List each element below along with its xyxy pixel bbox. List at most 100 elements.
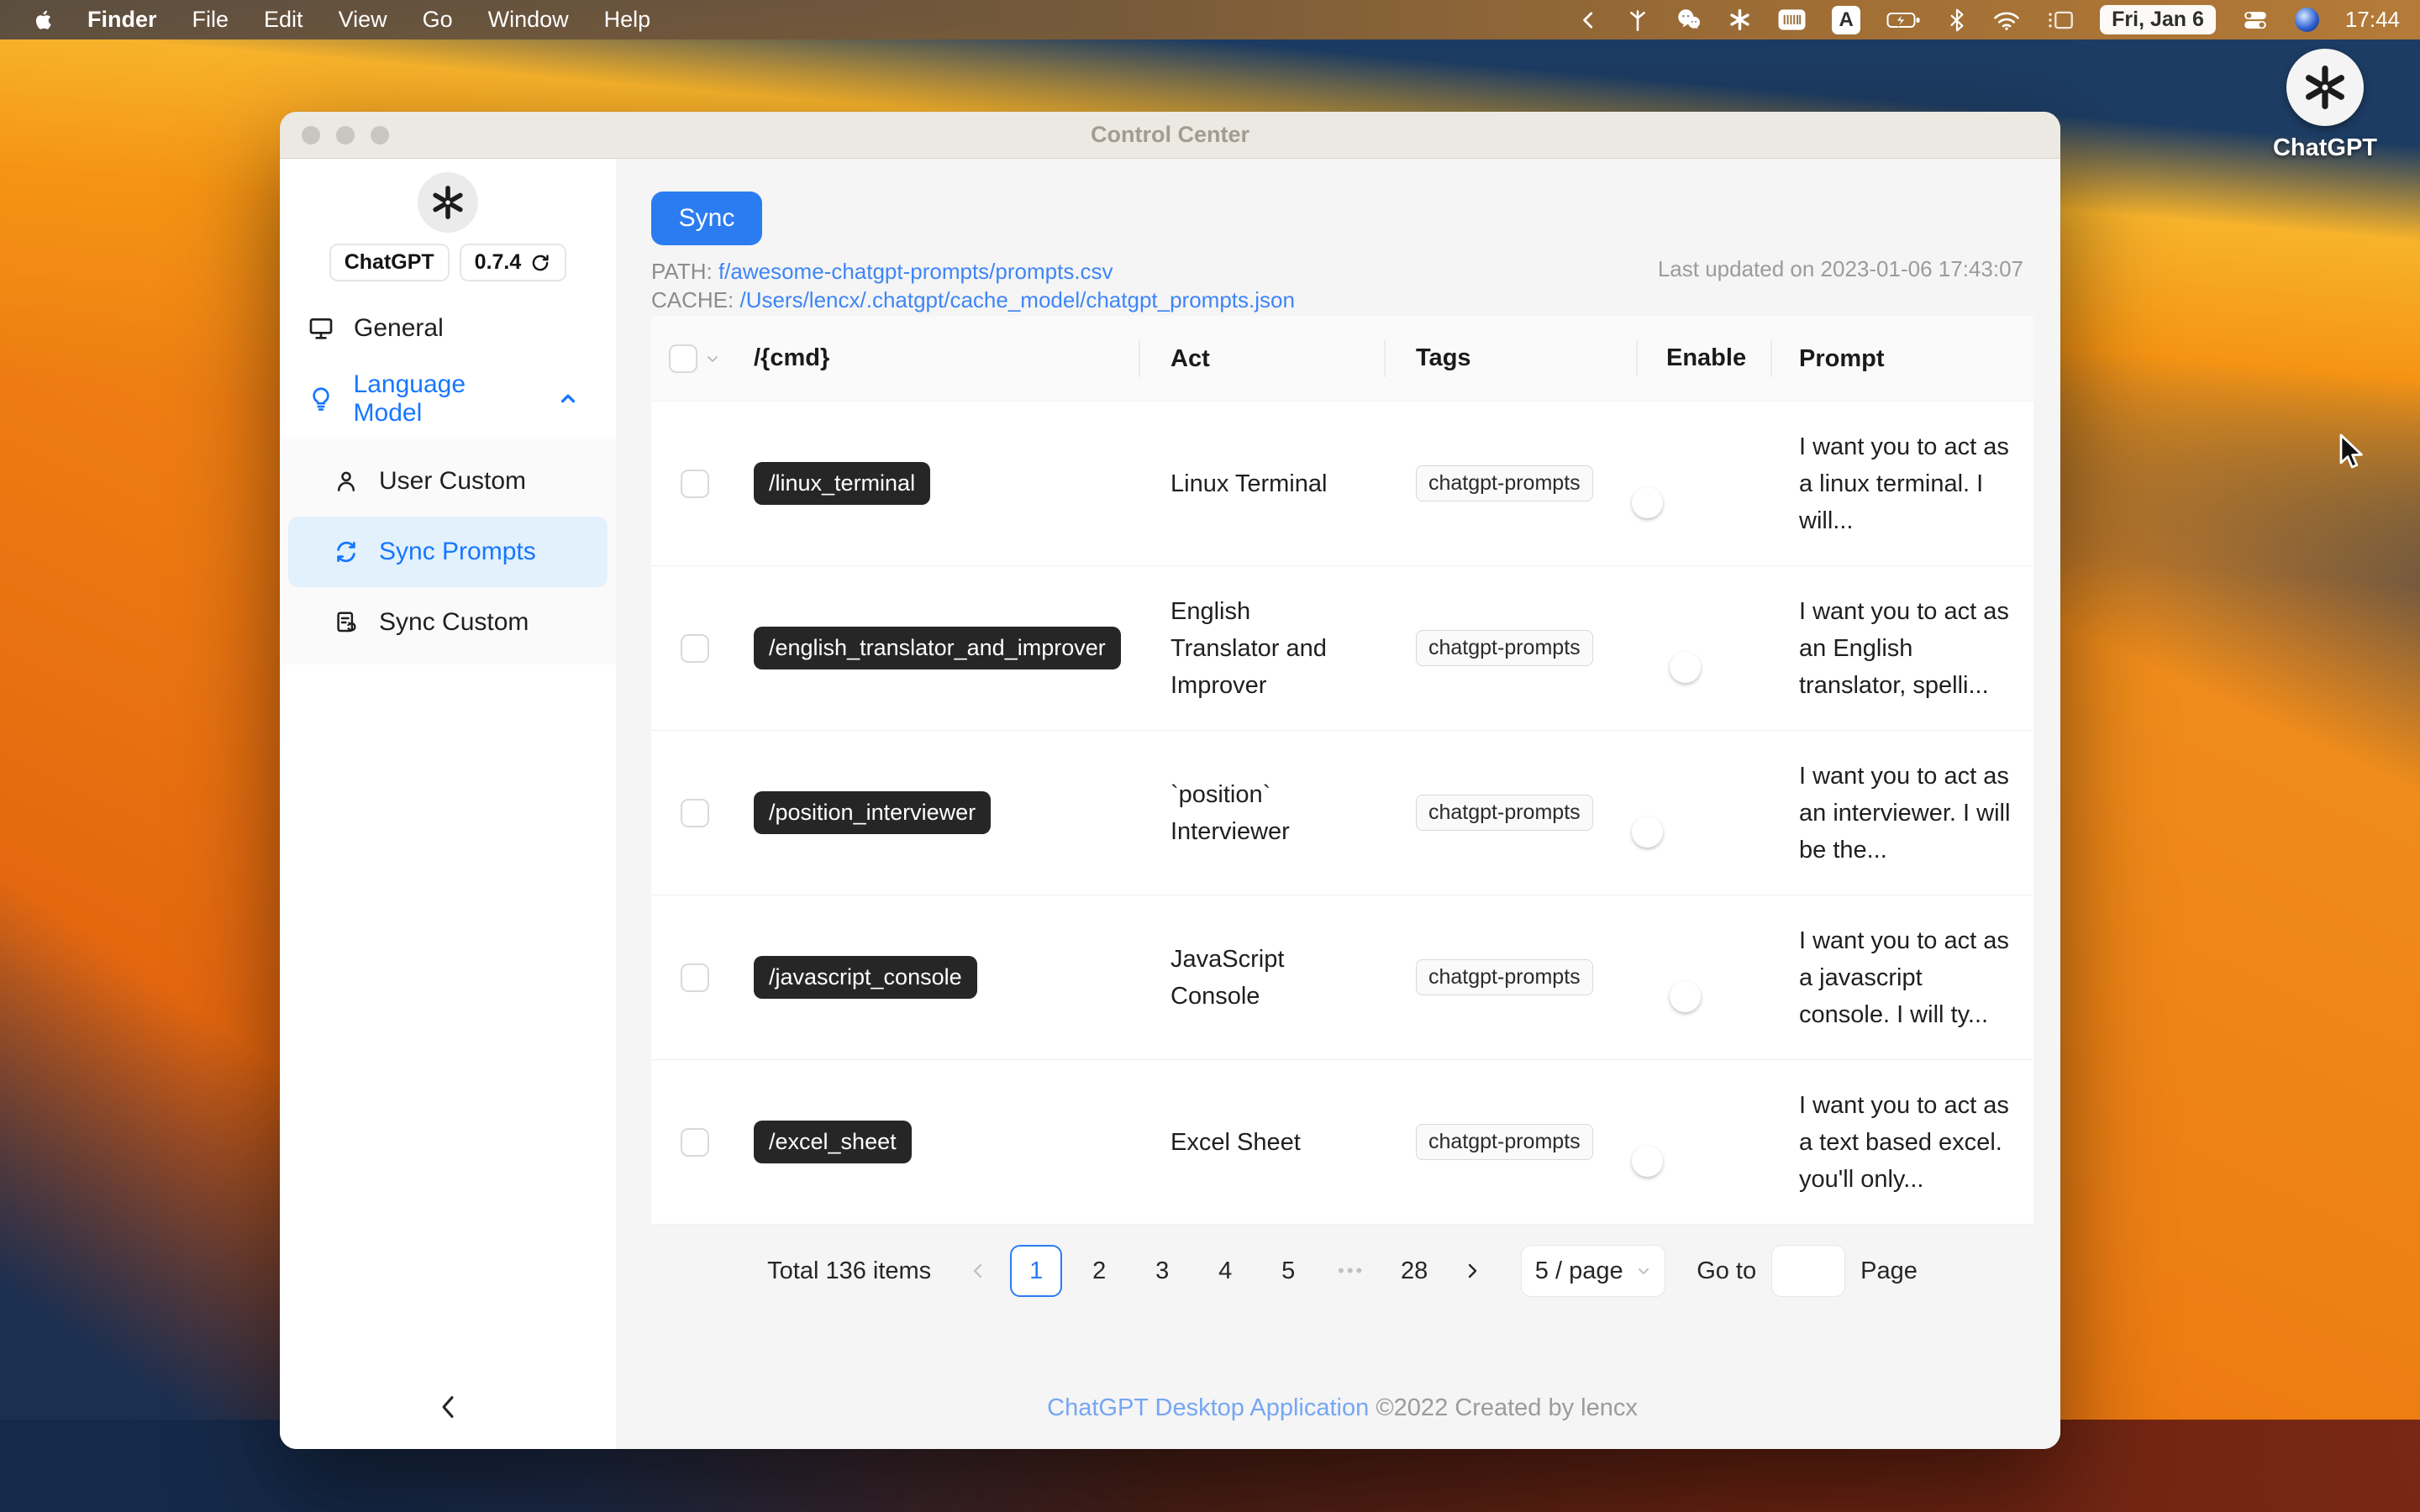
sidebar-item-language-model[interactable]: Language Model	[280, 364, 616, 434]
page-button-3[interactable]: 3	[1136, 1245, 1188, 1297]
sidebar-item-label: Sync Prompts	[379, 538, 536, 565]
table-row: /excel_sheet Excel Sheet chatgpt-prompts…	[651, 1060, 2033, 1225]
goto-page-input[interactable]	[1771, 1245, 1846, 1297]
menu-file[interactable]: File	[175, 0, 247, 39]
table-row: /linux_terminal Linux Terminal chatgpt-p…	[651, 402, 2033, 566]
menu-bar: Finder File Edit View Go Window Help A F…	[0, 0, 2420, 39]
table-row: /javascript_console JavaScript Console c…	[651, 895, 2033, 1060]
row-checkbox[interactable]	[681, 633, 709, 663]
next-page-button[interactable]	[1451, 1245, 1493, 1297]
refresh-icon	[532, 254, 549, 270]
chevron-down-icon	[1635, 1263, 1652, 1279]
zoom-button[interactable]	[371, 125, 389, 144]
fork-icon[interactable]	[1626, 8, 1649, 32]
chevron-left-icon	[442, 1396, 454, 1418]
cache-link[interactable]: /Users/lencx/.chatgpt/cache_model/chatgp…	[739, 287, 1294, 312]
battery-icon[interactable]	[1886, 10, 1922, 30]
page-size-select[interactable]: 5 / page	[1521, 1245, 1666, 1297]
prompt-cell: I want you to act as a javascript consol…	[1799, 927, 2009, 1028]
menu-app-name[interactable]: Finder	[70, 0, 175, 39]
wifi-icon[interactable]	[1992, 9, 2021, 31]
row-checkbox[interactable]	[681, 798, 709, 827]
select-all-checkbox[interactable]	[669, 344, 697, 373]
path-label: PATH:	[651, 259, 718, 284]
act-cell: Excel Sheet	[1171, 1128, 1301, 1156]
sync-icon	[332, 539, 360, 564]
minimize-button[interactable]	[336, 125, 355, 144]
act-cell: `position` Interviewer	[1171, 780, 1290, 845]
scanner-icon[interactable]	[1778, 8, 1806, 31]
tag-badge: chatgpt-prompts	[1416, 1124, 1593, 1160]
menu-go[interactable]: Go	[405, 0, 471, 39]
close-button[interactable]	[302, 125, 320, 144]
menu-clock[interactable]: 17:44	[2345, 7, 2400, 33]
openai-status-icon[interactable]	[1728, 8, 1752, 32]
act-cell: Linux Terminal	[1171, 470, 1328, 497]
cache-line: CACHE: /Users/lencx/.chatgpt/cache_model…	[651, 286, 2033, 314]
row-checkbox[interactable]	[681, 469, 709, 498]
sidebar-item-label: General	[354, 314, 444, 342]
page-button-1[interactable]: 1	[1010, 1245, 1063, 1297]
cmd-tag: /excel_sheet	[754, 1121, 912, 1163]
sidebar-item-user-custom[interactable]: User Custom	[280, 446, 616, 517]
sidebar-item-sync-custom[interactable]: Sync Custom	[280, 587, 616, 658]
row-checkbox[interactable]	[681, 1127, 709, 1157]
table-row: /english_translator_and_improver English…	[651, 566, 2033, 731]
title-bar[interactable]: Control Center	[280, 112, 2060, 159]
row-checkbox[interactable]	[681, 963, 709, 992]
menu-bar-left: Finder File Edit View Go Window Help	[27, 0, 668, 39]
window-title: Control Center	[1091, 122, 1249, 147]
mouse-cursor	[2338, 433, 2371, 475]
cmd-tag: /position_interviewer	[754, 791, 992, 834]
table-row: /position_interviewer `position` Intervi…	[651, 731, 2033, 895]
chevron-left-icon[interactable]	[1578, 9, 1600, 31]
version-badge[interactable]: 0.7.4	[459, 244, 567, 281]
control-center-window: Control Center ChatGPT 0.7.4 General Lan…	[280, 112, 2060, 1449]
pagination: Total 136 items 1 2 3 4 5 ••• 28 5 / pag…	[651, 1225, 2033, 1317]
chevron-down-icon[interactable]	[704, 350, 721, 367]
header-act: Act	[1140, 340, 1386, 377]
menu-edit[interactable]: Edit	[246, 0, 321, 39]
desktop-icon-chatgpt[interactable]: ChatGPT	[2262, 49, 2388, 162]
desktop: Finder File Edit View Go Window Help A F…	[0, 0, 2420, 1512]
sync-button[interactable]: Sync	[651, 192, 762, 245]
screen-mirroring-icon[interactable]	[2047, 8, 2074, 32]
menu-view[interactable]: View	[321, 0, 405, 39]
sidebar-item-label: User Custom	[379, 467, 527, 495]
pagination-ellipsis[interactable]: •••	[1325, 1260, 1377, 1282]
page-button-2[interactable]: 2	[1073, 1245, 1125, 1297]
sidebar-item-label: Language Model	[353, 370, 466, 427]
language-model-submenu: User Custom Sync Prompts Sync Custom	[280, 439, 616, 664]
collapse-sidebar-button[interactable]	[280, 1390, 616, 1424]
prev-page-button[interactable]	[957, 1245, 999, 1297]
menu-window[interactable]: Window	[471, 0, 587, 39]
header-enable: Enable	[1638, 344, 1772, 372]
page-button-5[interactable]: 5	[1262, 1245, 1314, 1297]
sidebar-item-general[interactable]: General	[280, 293, 616, 364]
apple-menu-icon[interactable]	[27, 8, 70, 31]
version-number: 0.7.4	[474, 250, 522, 274]
page-button-4[interactable]: 4	[1199, 1245, 1251, 1297]
menu-help[interactable]: Help	[587, 0, 669, 39]
wechat-icon[interactable]	[1676, 7, 1702, 33]
page-button-28[interactable]: 28	[1388, 1245, 1440, 1297]
document-sync-icon	[332, 610, 360, 635]
cache-label: CACHE:	[651, 287, 740, 312]
page-label: Page	[1860, 1257, 1918, 1284]
menu-date[interactable]: Fri, Jan 6	[2100, 5, 2216, 34]
prompts-table: /{cmd} Act Tags Enable Prompt /linux_ter…	[651, 316, 2033, 1225]
total-items-text: Total 136 items	[767, 1257, 932, 1284]
globe-icon[interactable]	[2294, 8, 2319, 32]
path-link[interactable]: f/awesome-chatgpt-prompts/prompts.csv	[718, 259, 1113, 284]
header-prompt: Prompt	[1799, 344, 1885, 372]
chatgpt-app-icon[interactable]	[2286, 49, 2364, 126]
menu-bar-status: A Fri, Jan 6 17:44	[1578, 5, 2400, 34]
lightbulb-icon	[307, 386, 335, 412]
sidebar-item-sync-prompts[interactable]: Sync Prompts	[288, 517, 608, 587]
control-center-icon[interactable]	[2242, 8, 2269, 32]
sidebar: ChatGPT 0.7.4 General Language Model Use…	[280, 159, 616, 1449]
footer-app-link[interactable]: ChatGPT Desktop Application	[1047, 1394, 1369, 1421]
cmd-tag: /english_translator_and_improver	[754, 627, 1121, 669]
bluetooth-icon[interactable]	[1948, 8, 1966, 32]
input-source-icon[interactable]: A	[1832, 5, 1861, 34]
